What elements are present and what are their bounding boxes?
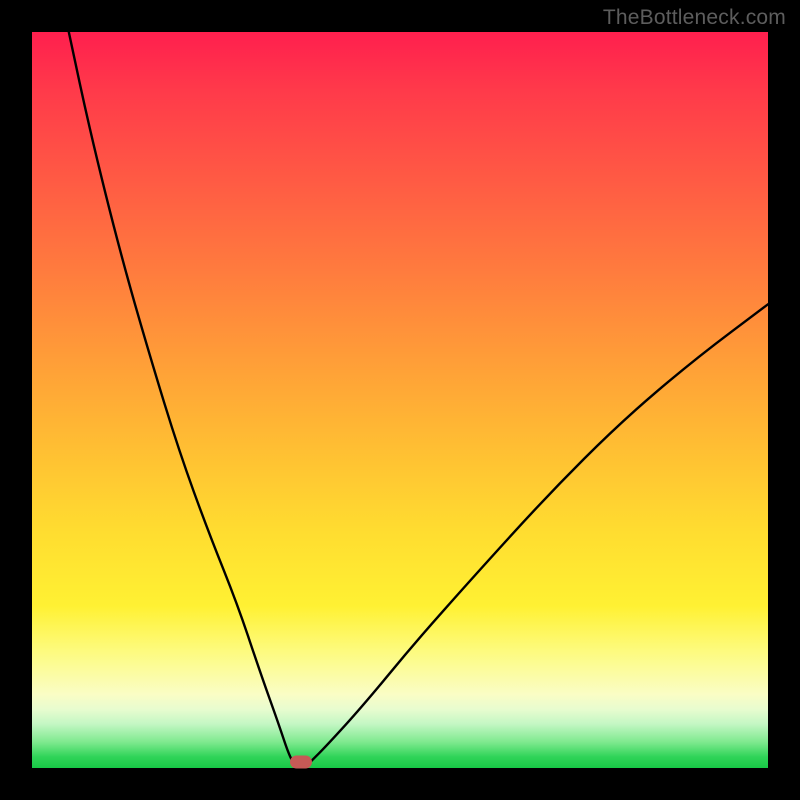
plot-area [32, 32, 768, 768]
operating-point-marker [290, 756, 312, 769]
chart-frame: TheBottleneck.com [0, 0, 800, 800]
watermark-text: TheBottleneck.com [603, 6, 786, 30]
bottleneck-curve [32, 32, 768, 768]
